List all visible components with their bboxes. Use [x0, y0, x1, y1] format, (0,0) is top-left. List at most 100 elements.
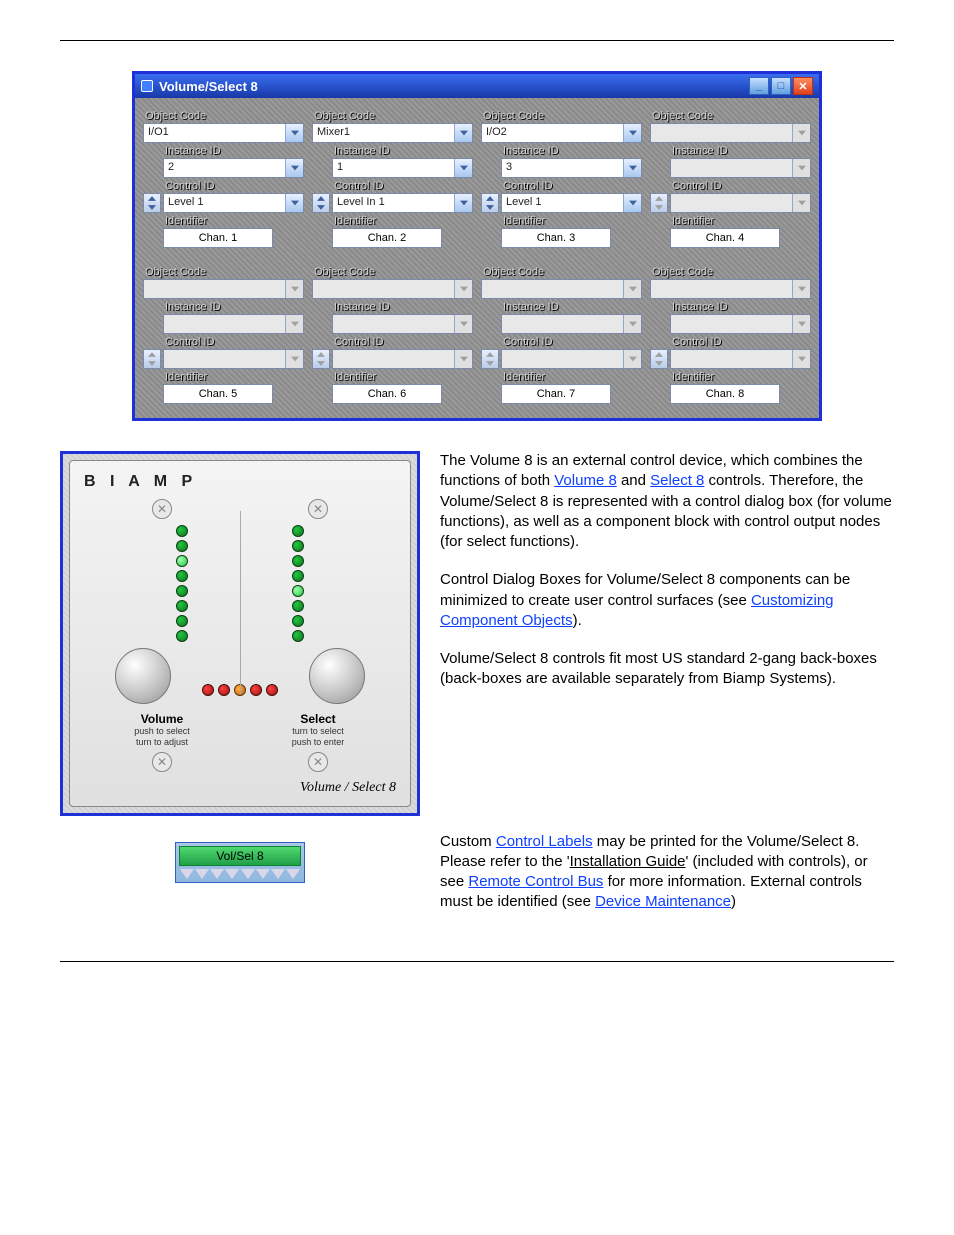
instance-id-label: Instance ID [165, 145, 304, 157]
brand-label: B I A M P [84, 473, 396, 491]
object-code-dropdown[interactable]: I/O1 [143, 123, 304, 143]
identifier-input[interactable] [163, 228, 273, 248]
chevron-down-icon [623, 124, 641, 142]
identifier-input[interactable] [670, 384, 780, 404]
select-label: Select [243, 712, 393, 726]
channel-config: Object Code I/O1 Instance ID 2 Control I… [141, 106, 306, 250]
instance-id-label: Instance ID [165, 301, 304, 313]
identifier-input[interactable] [670, 228, 780, 248]
remote-bus-link[interactable]: Remote Control Bus [468, 873, 603, 890]
instance-id-dropdown[interactable] [332, 314, 473, 334]
object-code-dropdown[interactable]: Mixer1 [312, 123, 473, 143]
object-code-label: Object Code [652, 110, 811, 122]
volume-8-link[interactable]: Volume 8 [554, 472, 617, 489]
chevron-down-icon [792, 159, 810, 177]
content-row-1: B I A M P ✕ ✕ [60, 451, 894, 816]
object-code-dropdown[interactable] [312, 279, 473, 299]
identifier-input[interactable] [501, 384, 611, 404]
instance-id-dropdown[interactable] [670, 158, 811, 178]
instance-id-label: Instance ID [672, 145, 811, 157]
control-id-spinner [650, 193, 668, 213]
channel-config: Object Code Instance ID Control ID Ident… [141, 262, 306, 406]
control-id-dropdown[interactable]: Level In 1 [332, 193, 473, 213]
identifier-input[interactable] [501, 228, 611, 248]
channel-config: Object Code Instance ID Control ID Ident… [310, 262, 475, 406]
control-id-dropdown[interactable]: Level 1 [501, 193, 642, 213]
object-code-label: Object Code [483, 266, 642, 278]
select-8-link[interactable]: Select 8 [650, 472, 704, 489]
volume-select-dialog: Volume/Select 8 _ □ ✕ Object Code I/O1 I… [132, 71, 822, 421]
instance-id-dropdown[interactable] [163, 314, 304, 334]
maximize-button[interactable]: □ [771, 77, 791, 95]
device-maint-link[interactable]: Device Maintenance [595, 893, 731, 910]
control-id-label: Control ID [652, 180, 811, 192]
control-id-spinner [143, 349, 161, 369]
identifier-label: Identifier [165, 215, 304, 227]
control-id-label: Control ID [483, 336, 642, 348]
object-code-dropdown[interactable]: I/O2 [481, 123, 642, 143]
chevron-down-icon [623, 315, 641, 333]
chevron-down-icon [454, 124, 472, 142]
control-id-dropdown[interactable]: Level 1 [163, 193, 304, 213]
instance-id-dropdown[interactable]: 1 [332, 158, 473, 178]
object-code-dropdown[interactable] [143, 279, 304, 299]
panel-caption: Volume / Select 8 [84, 780, 396, 796]
channel-config: Object Code Instance ID Control ID Ident… [479, 262, 644, 406]
chevron-down-icon [454, 350, 472, 368]
object-code-label: Object Code [314, 266, 473, 278]
install-guide-text: Installation Guide [570, 853, 686, 870]
screw-icon: ✕ [308, 752, 328, 772]
channel-config: Object Code Instance ID Control ID Ident… [648, 106, 813, 250]
control-id-spinner [312, 349, 330, 369]
screw-icon: ✕ [152, 499, 172, 519]
object-code-label: Object Code [145, 110, 304, 122]
close-button[interactable]: ✕ [793, 77, 813, 95]
object-code-dropdown[interactable] [650, 279, 811, 299]
control-id-label: Control ID [652, 336, 811, 348]
chevron-down-icon [792, 280, 810, 298]
screw-icon: ✕ [152, 752, 172, 772]
chevron-down-icon [285, 280, 303, 298]
channel-config: Object Code Instance ID Control ID Ident… [648, 262, 813, 406]
object-code-dropdown[interactable] [481, 279, 642, 299]
paragraph-3: Volume/Select 8 controls fit most US sta… [440, 649, 894, 690]
channel-config: Object Code I/O2 Instance ID 3 Control I… [479, 106, 644, 250]
rule-top [60, 40, 894, 41]
control-id-spinner[interactable] [312, 193, 330, 213]
window-icon [141, 80, 153, 92]
chevron-down-icon [454, 280, 472, 298]
control-id-label: Control ID [483, 180, 642, 192]
channel-config: Object Code Mixer1 Instance ID 1 Control… [310, 106, 475, 250]
instance-id-dropdown[interactable]: 3 [501, 158, 642, 178]
object-code-label: Object Code [652, 266, 811, 278]
instance-id-dropdown[interactable] [670, 314, 811, 334]
identifier-input[interactable] [332, 384, 442, 404]
identifier-label: Identifier [165, 371, 304, 383]
instance-id-label: Instance ID [503, 301, 642, 313]
control-id-spinner[interactable] [143, 193, 161, 213]
identifier-input[interactable] [163, 384, 273, 404]
chevron-down-icon [792, 350, 810, 368]
window-title: Volume/Select 8 [159, 79, 258, 94]
identifier-label: Identifier [672, 215, 811, 227]
chevron-down-icon [792, 194, 810, 212]
chevron-down-icon [623, 159, 641, 177]
control-id-label: Control ID [314, 336, 473, 348]
titlebar[interactable]: Volume/Select 8 _ □ ✕ [135, 74, 819, 98]
chevron-down-icon [454, 159, 472, 177]
device-panel-figure: B I A M P ✕ ✕ [60, 451, 420, 816]
control-id-spinner[interactable] [481, 193, 499, 213]
identifier-input[interactable] [332, 228, 442, 248]
dialog-body: Object Code I/O1 Instance ID 2 Control I… [135, 98, 819, 418]
control-id-dropdown [332, 349, 473, 369]
instance-id-dropdown[interactable]: 2 [163, 158, 304, 178]
object-code-label: Object Code [145, 266, 304, 278]
object-code-dropdown[interactable] [650, 123, 811, 143]
chevron-down-icon [285, 350, 303, 368]
select-leds [292, 525, 304, 642]
instance-id-dropdown[interactable] [501, 314, 642, 334]
minimize-button[interactable]: _ [749, 77, 769, 95]
component-block: Vol/Sel 8 [175, 842, 305, 883]
chevron-down-icon [623, 280, 641, 298]
control-labels-link[interactable]: Control Labels [496, 833, 593, 850]
